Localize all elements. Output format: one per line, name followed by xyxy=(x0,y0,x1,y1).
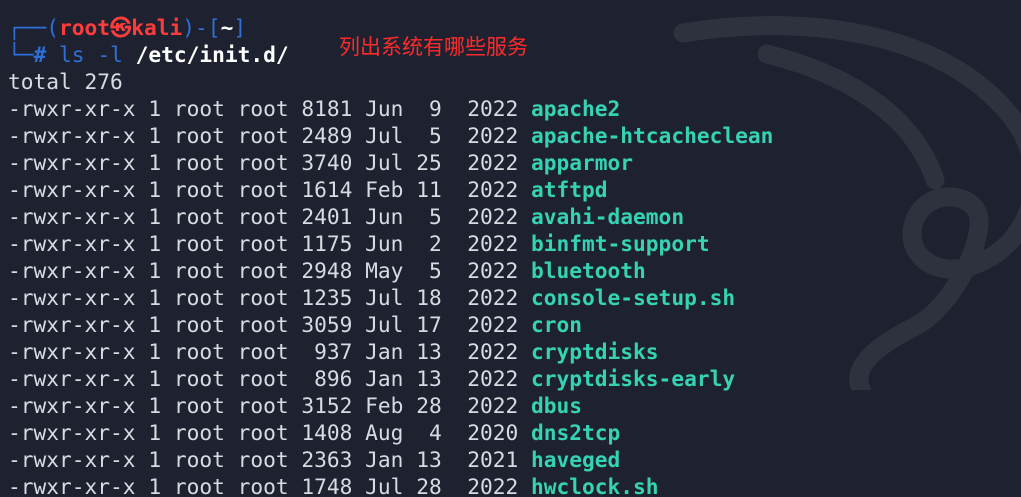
file-metadata: -rwxr-xr-x 1 root root 2363 Jan 13 2021 xyxy=(8,447,531,472)
prompt-line: ┌──(root㉿kali)-[~] xyxy=(8,14,246,41)
file-metadata: -rwxr-xr-x 1 root root 937 Jan 13 2022 xyxy=(8,339,531,364)
command-name: ls -l xyxy=(59,42,123,67)
kali-skull-icon: ㉿ xyxy=(110,15,132,40)
file-name[interactable]: apache2 xyxy=(531,96,620,121)
file-name[interactable]: cryptdisks-early xyxy=(531,366,735,391)
file-entry: -rwxr-xr-x 1 root root 937 Jan 13 2022 c… xyxy=(8,338,659,365)
file-metadata: -rwxr-xr-x 1 root root 896 Jan 13 2022 xyxy=(8,366,531,391)
prompt-path: ~ xyxy=(220,15,234,40)
command-line[interactable]: └─# ls -l /etc/init.d/ xyxy=(8,41,289,68)
prompt-hash: # xyxy=(33,42,47,67)
prompt-mid: )-[ xyxy=(182,15,221,40)
file-name[interactable]: console-setup.sh xyxy=(531,285,735,310)
file-name[interactable]: atftpd xyxy=(531,177,608,202)
annotation-note: 列出系统有哪些服务 xyxy=(339,35,528,59)
file-entry: -rwxr-xr-x 1 root root 1235 Jul 18 2022 … xyxy=(8,284,735,311)
file-metadata: -rwxr-xr-x 1 root root 2948 May 5 2022 xyxy=(8,258,531,283)
file-metadata: -rwxr-xr-x 1 root root 2401 Jun 5 2022 xyxy=(8,204,531,229)
prompt-open: ┌──( xyxy=(8,15,60,40)
file-entry: -rwxr-xr-x 1 root root 8181 Jun 9 2022 a… xyxy=(8,95,620,122)
file-name[interactable]: apache-htcacheclean xyxy=(531,123,773,148)
file-name[interactable]: bluetooth xyxy=(531,258,646,283)
prompt-user: root xyxy=(59,15,111,40)
output-total: total 276 xyxy=(8,69,123,94)
file-entry: -rwxr-xr-x 1 root root 1614 Feb 11 2022 … xyxy=(8,176,608,203)
file-entry: -rwxr-xr-x 1 root root 3152 Feb 28 2022 … xyxy=(8,392,582,419)
file-metadata: -rwxr-xr-x 1 root root 3059 Jul 17 2022 xyxy=(8,312,531,337)
file-metadata: -rwxr-xr-x 1 root root 1614 Feb 11 2022 xyxy=(8,177,531,202)
terminal-window[interactable]: ┌──(root㉿kali)-[~] └─# ls -l /etc/init.d… xyxy=(0,0,1021,497)
file-name[interactable]: dns2tcp xyxy=(531,420,620,445)
file-entry: -rwxr-xr-x 1 root root 1748 Jul 28 2022 … xyxy=(8,473,659,497)
file-name[interactable]: apparmor xyxy=(531,150,633,175)
file-name[interactable]: avahi-daemon xyxy=(531,204,684,229)
file-entry: -rwxr-xr-x 1 root root 3059 Jul 17 2022 … xyxy=(8,311,582,338)
file-name[interactable]: dbus xyxy=(531,393,582,418)
file-name[interactable]: hwclock.sh xyxy=(531,474,659,497)
file-metadata: -rwxr-xr-x 1 root root 1175 Jun 2 2022 xyxy=(8,231,531,256)
prompt-host: kali xyxy=(131,15,183,40)
file-entry: -rwxr-xr-x 1 root root 1408 Aug 4 2020 d… xyxy=(8,419,620,446)
kali-dragon-watermark-icon xyxy=(673,16,1021,390)
file-metadata: -rwxr-xr-x 1 root root 3152 Feb 28 2022 xyxy=(8,393,531,418)
file-entry: -rwxr-xr-x 1 root root 2401 Jun 5 2022 a… xyxy=(8,203,684,230)
prompt-corner: └─ xyxy=(8,42,34,67)
command-arg: /etc/init.d/ xyxy=(135,42,289,67)
file-entry: -rwxr-xr-x 1 root root 2948 May 5 2022 b… xyxy=(8,257,646,284)
file-name[interactable]: cron xyxy=(531,312,582,337)
file-metadata: -rwxr-xr-x 1 root root 1235 Jul 18 2022 xyxy=(8,285,531,310)
file-name[interactable]: haveged xyxy=(531,447,620,472)
file-name[interactable]: cryptdisks xyxy=(531,339,659,364)
file-entry: -rwxr-xr-x 1 root root 2489 Jul 5 2022 a… xyxy=(8,122,773,149)
prompt-close: ] xyxy=(233,15,247,40)
file-name[interactable]: binfmt-support xyxy=(531,231,710,256)
file-metadata: -rwxr-xr-x 1 root root 1408 Aug 4 2020 xyxy=(8,420,531,445)
file-metadata: -rwxr-xr-x 1 root root 3740 Jul 25 2022 xyxy=(8,150,531,175)
file-entry: -rwxr-xr-x 1 root root 1175 Jun 2 2022 b… xyxy=(8,230,710,257)
file-entry: -rwxr-xr-x 1 root root 896 Jan 13 2022 c… xyxy=(8,365,735,392)
file-entry: -rwxr-xr-x 1 root root 3740 Jul 25 2022 … xyxy=(8,149,633,176)
file-metadata: -rwxr-xr-x 1 root root 8181 Jun 9 2022 xyxy=(8,96,531,121)
file-metadata: -rwxr-xr-x 1 root root 2489 Jul 5 2022 xyxy=(8,123,531,148)
file-entry: -rwxr-xr-x 1 root root 2363 Jan 13 2021 … xyxy=(8,446,620,473)
file-metadata: -rwxr-xr-x 1 root root 1748 Jul 28 2022 xyxy=(8,474,531,497)
